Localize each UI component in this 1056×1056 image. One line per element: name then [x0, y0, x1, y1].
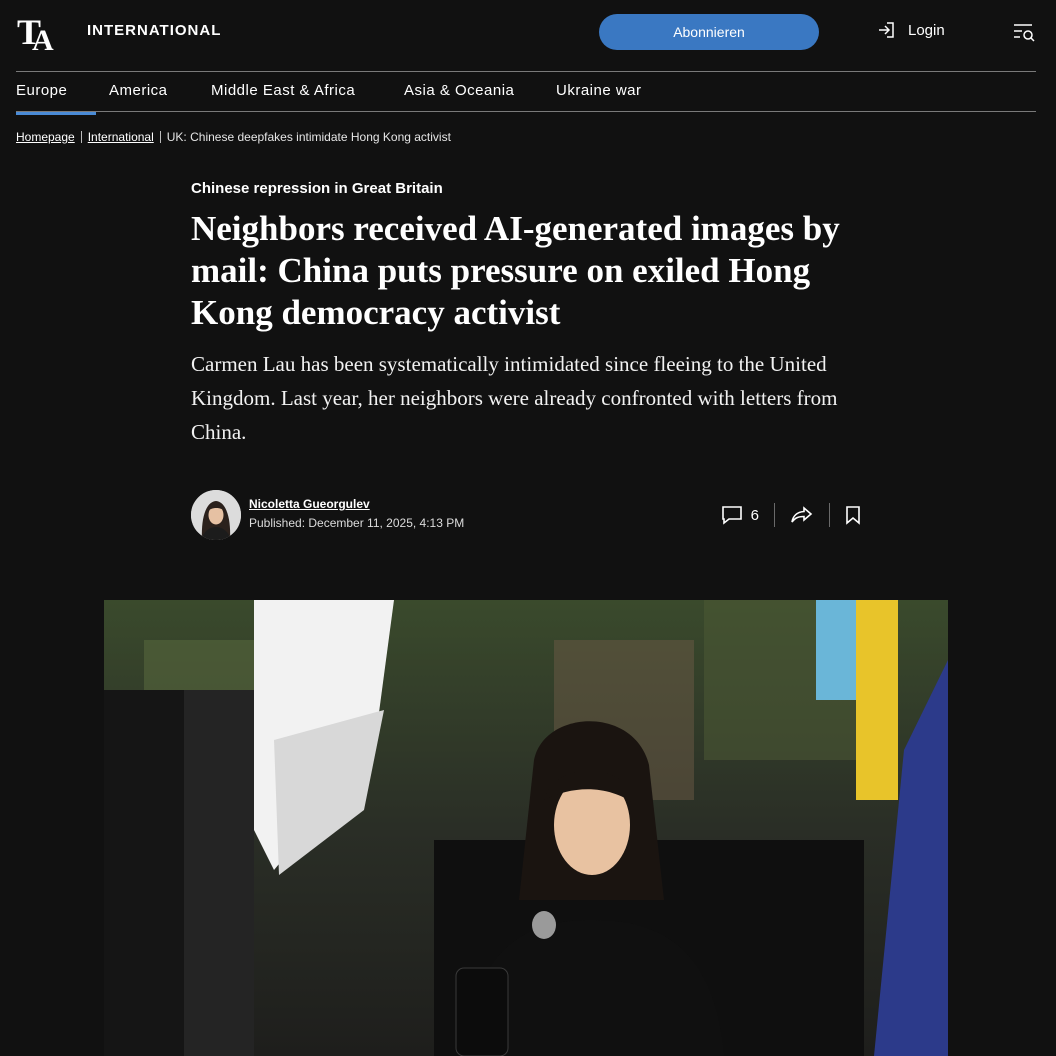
action-divider [774, 503, 775, 527]
breadcrumb-home-link[interactable]: Homepage [16, 130, 75, 144]
comment-icon [721, 506, 742, 525]
nav-item-middle-east-africa[interactable]: Middle East & Africa [211, 72, 355, 112]
nav-item-europe[interactable]: Europe [16, 72, 97, 115]
nav-item-america[interactable]: America [109, 72, 168, 112]
breadcrumb-separator [80, 131, 82, 143]
breadcrumb: Homepage International UK: Chinese deepf… [16, 130, 451, 144]
article-actions: 6 [721, 502, 861, 528]
comments-button[interactable]: 6 [721, 505, 759, 525]
article-headline: Neighbors received AI-generated images b… [191, 209, 840, 332]
published-date: Published: December 11, 2025, 4:13 PM [249, 516, 465, 530]
breadcrumb-section-link[interactable]: International [88, 130, 154, 144]
svg-text:A: A [32, 24, 54, 52]
share-button[interactable] [790, 505, 814, 525]
menu-search-icon[interactable] [1012, 21, 1036, 43]
ta-logo-icon[interactable]: T A [17, 12, 57, 52]
bookmark-button[interactable] [845, 505, 861, 525]
hero-photo [104, 600, 948, 1056]
action-divider [829, 503, 830, 527]
subscribe-button[interactable]: Abonnieren [599, 14, 819, 50]
article-kicker: Chinese repression in Great Britain [191, 180, 443, 197]
nav-item-asia-oceania[interactable]: Asia & Oceania [404, 72, 514, 112]
breadcrumb-current: UK: Chinese deepfakes intimidate Hong Ko… [166, 130, 451, 144]
section-brand[interactable]: INTERNATIONAL [87, 22, 221, 39]
article-lead: Carmen Lau has been systematically intim… [191, 352, 838, 444]
share-icon [791, 506, 813, 523]
nav-item-ukraine-war[interactable]: Ukraine war [556, 72, 642, 112]
comment-count: 6 [750, 506, 759, 524]
bookmark-icon [846, 506, 860, 525]
login-icon [879, 22, 894, 38]
login-button[interactable]: Login [877, 21, 945, 39]
login-label: Login [908, 21, 945, 39]
author-row: Nicoletta Gueorgulev Published: December… [191, 490, 861, 540]
section-nav: Europe America Middle East & Africa Asia… [16, 71, 1036, 115]
site-header: T A INTERNATIONAL Abonnieren Login [0, 0, 1056, 64]
breadcrumb-separator [159, 131, 161, 143]
author-name-link[interactable]: Nicoletta Gueorgulev [249, 497, 370, 511]
author-avatar[interactable] [191, 490, 241, 540]
